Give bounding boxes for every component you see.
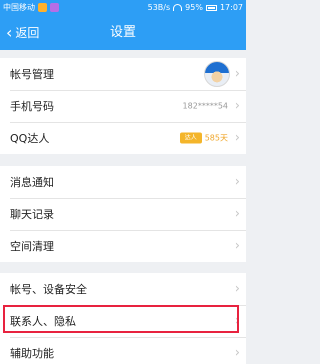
row-label: 帐号、设备安全 [10,283,87,296]
battery-icon [205,4,217,11]
general-group: 消息通知 › 聊天记录 › 空间清理 › [0,166,246,262]
carrier-label: 中国移动 [3,3,35,12]
chevron-right-icon: › [234,98,240,114]
row-label: 聊天记录 [10,208,54,221]
row-label: QQ达人 [10,132,50,145]
row-label: 手机号码 [10,100,54,113]
row-phone-number[interactable]: 手机号码 182*****54 › [0,90,246,122]
avatar [204,61,230,87]
chevron-right-icon: › [234,130,240,146]
battery-percent: 95% [185,3,203,12]
row-account-security[interactable]: 帐号、设备安全 › [0,273,246,305]
chevron-right-icon: › [234,313,240,329]
row-chat-history[interactable]: 聊天记录 › [0,198,246,230]
chevron-right-icon: › [234,281,240,297]
notification-icon [38,3,47,12]
row-label: 辅助功能 [10,347,54,360]
row-account-management[interactable]: 帐号管理 › [0,58,246,90]
row-qq-expert[interactable]: QQ达人 达人 585天 › [0,122,246,154]
row-notifications[interactable]: 消息通知 › [0,166,246,198]
chevron-right-icon: › [234,206,240,222]
status-bar: 中国移动 53B/s 95% 17:07 [0,0,246,15]
phone-value: 182*****54 [182,101,228,111]
qq-expert-badge: 达人 585天 [179,132,228,144]
clock: 17:07 [219,3,243,12]
chevron-right-icon: › [234,174,240,190]
row-label: 帐号管理 [10,68,54,81]
privacy-group: 帐号、设备安全 › 联系人、隐私 › 辅助功能 › [0,273,246,364]
row-label: 联系人、隐私 [10,315,76,328]
wifi-icon [173,4,183,11]
network-speed: 53B/s [147,3,171,12]
row-storage-cleanup[interactable]: 空间清理 › [0,230,246,262]
row-label: 消息通知 [10,176,54,189]
row-contacts-privacy[interactable]: 联系人、隐私 › [0,305,246,337]
chevron-right-icon: › [234,345,240,361]
expert-badge-icon: 达人 [179,132,202,144]
nav-bar: ‹ 返回 设置 [0,15,246,50]
page-title: 设置 [109,25,136,40]
expert-days: 585天 [204,133,228,143]
row-accessibility[interactable]: 辅助功能 › [0,337,246,364]
chevron-right-icon: › [234,238,240,254]
row-label: 空间清理 [10,240,54,253]
account-group: 帐号管理 › 手机号码 182*****54 › QQ达人 达人 585天 › [0,58,246,154]
app-notification-icon [50,3,59,12]
chevron-right-icon: › [234,66,240,82]
